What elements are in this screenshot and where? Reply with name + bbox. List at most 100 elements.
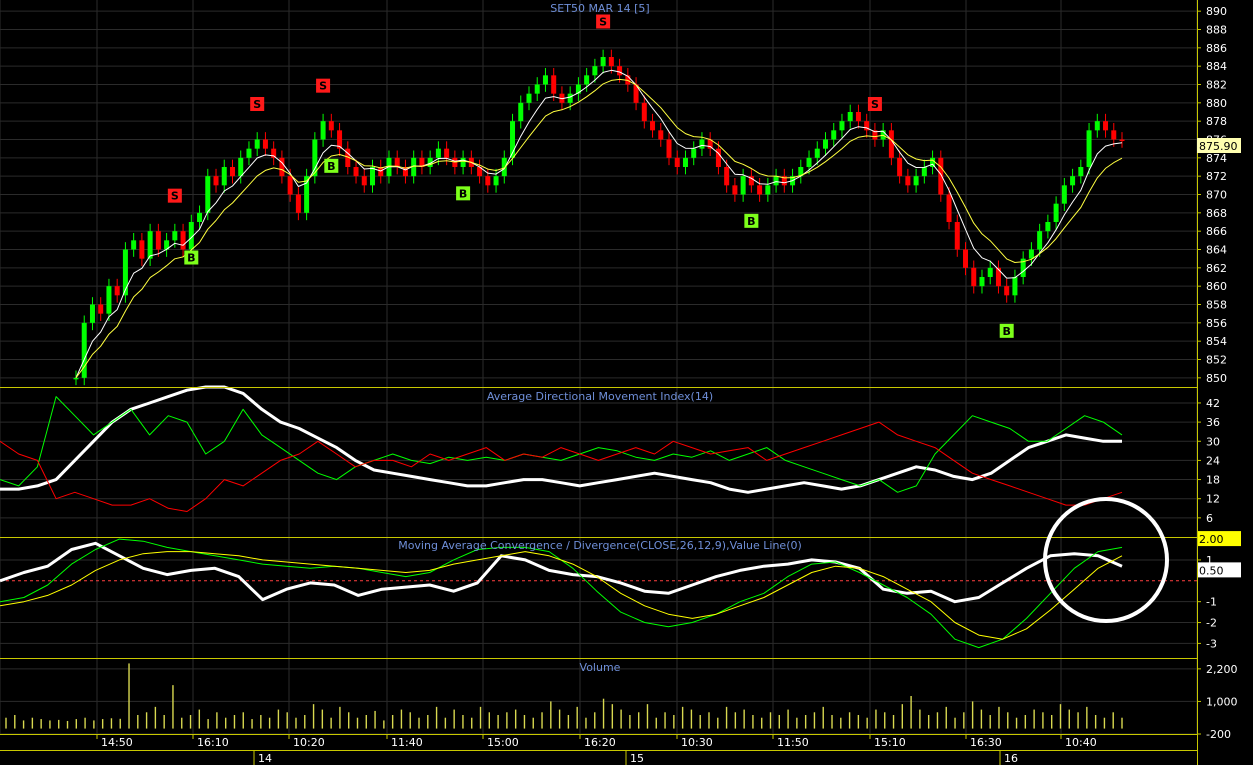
y-tick-label: 886 <box>1206 42 1227 55</box>
y-tick-label: 36 <box>1206 416 1220 429</box>
candle-body <box>888 130 894 158</box>
y-tick-label: 882 <box>1206 79 1227 92</box>
candle-body <box>526 93 532 103</box>
marker-label: B <box>459 187 467 200</box>
candle-body <box>658 130 664 140</box>
y-tick-label: 24 <box>1206 454 1220 467</box>
candle-body <box>1004 286 1010 296</box>
candle-body <box>485 176 491 186</box>
candle-body <box>139 240 145 259</box>
marker-label: B <box>327 160 335 173</box>
candle-body <box>131 240 137 250</box>
candle-body <box>229 167 235 177</box>
candle-body <box>197 212 203 222</box>
candle-body <box>444 148 450 158</box>
candle-body <box>724 167 730 186</box>
candle-body <box>831 130 837 140</box>
x-tick-label: 16:30 <box>970 736 1002 749</box>
y-tick-label: 864 <box>1206 244 1227 257</box>
candle-body <box>370 167 376 186</box>
x-tick-label: 10:40 <box>1065 736 1097 749</box>
y-tick-label: 1,000 <box>1206 695 1238 708</box>
candle-body <box>501 157 507 177</box>
candle-body <box>246 148 252 158</box>
y-tick-label: 858 <box>1206 299 1227 312</box>
candle-body <box>180 231 186 250</box>
candle-body <box>954 222 960 250</box>
x-tick-label: 15:10 <box>874 736 906 749</box>
candle-body <box>295 194 301 213</box>
candle-body <box>987 267 993 277</box>
marker-label: S <box>319 80 327 93</box>
macd-value-label: 2.00 <box>1199 533 1224 546</box>
marker-label: S <box>171 190 179 203</box>
y-tick-label: 852 <box>1206 354 1227 367</box>
y-tick-label: 870 <box>1206 189 1227 202</box>
candle-body <box>147 231 153 259</box>
candle-body <box>699 139 705 149</box>
candle-body <box>963 249 969 268</box>
y-tick-label: 888 <box>1206 24 1227 37</box>
y-tick-label: -1 <box>1206 596 1217 609</box>
candle-body <box>172 231 178 241</box>
y-tick-label: 872 <box>1206 170 1227 183</box>
candle-body <box>905 176 911 186</box>
candle-body <box>682 157 688 167</box>
marker-label: B <box>747 215 755 228</box>
y-tick-label: 1 <box>1206 554 1213 567</box>
y-tick-label: 18 <box>1206 474 1220 487</box>
candle-body <box>584 75 590 85</box>
candle-body <box>106 286 112 314</box>
candle-body <box>114 286 120 296</box>
x-tick-label: 14:50 <box>101 736 133 749</box>
candle-body <box>551 75 557 94</box>
candle-body <box>971 267 977 287</box>
last-price-label: 875.90 <box>1199 140 1238 153</box>
candle-body <box>89 304 95 323</box>
candle-body <box>1086 130 1092 167</box>
candle-body <box>666 139 672 158</box>
candle-body <box>435 148 441 158</box>
candle-body <box>806 157 812 167</box>
y-tick-label: 880 <box>1206 97 1227 110</box>
candle-body <box>822 139 828 149</box>
candle-body <box>1053 203 1059 222</box>
x-tick-label: 11:40 <box>391 736 423 749</box>
candle-body <box>650 121 656 131</box>
y-tick-label: 884 <box>1206 60 1227 73</box>
y-tick-label: 874 <box>1206 152 1227 165</box>
chart-stage: SBSSBBSBSB 2.000.50 85085285485685886086… <box>0 0 1253 765</box>
candle-body <box>262 139 268 149</box>
y-tick-label: -3 <box>1206 637 1217 650</box>
x-tick-label: 10:20 <box>293 736 325 749</box>
candle-body <box>1028 249 1034 259</box>
candle-body <box>773 176 779 186</box>
y-tick-label: 868 <box>1206 207 1227 220</box>
candle-body <box>542 75 548 85</box>
candle-body <box>1111 130 1117 140</box>
candle-body <box>73 377 79 380</box>
y-tick-label: 6 <box>1206 512 1213 525</box>
candle-body <box>913 176 919 186</box>
candle-body <box>740 176 746 195</box>
candle-body <box>213 176 219 186</box>
candle-body <box>765 185 771 195</box>
price-panel-title: SET50 MAR 14 [5] <box>550 2 649 15</box>
candle-body <box>1045 222 1051 232</box>
candle-body <box>460 157 466 167</box>
candle-body <box>674 157 680 167</box>
candle-body <box>979 277 985 287</box>
candle-body <box>732 185 738 195</box>
candle-body <box>1119 139 1125 141</box>
marker-label: S <box>871 98 879 111</box>
candle-body <box>238 157 244 177</box>
volume-panel-title: Volume <box>580 661 621 674</box>
candle-body <box>691 148 697 158</box>
y-tick-label: 12 <box>1206 493 1220 506</box>
candle-body <box>921 167 927 177</box>
candle-body <box>221 167 227 186</box>
x-tick-label: 16:20 <box>584 736 616 749</box>
candle-body <box>938 157 944 195</box>
y-tick-label: -2 <box>1206 617 1217 630</box>
y-tick-label: 30 <box>1206 435 1220 448</box>
